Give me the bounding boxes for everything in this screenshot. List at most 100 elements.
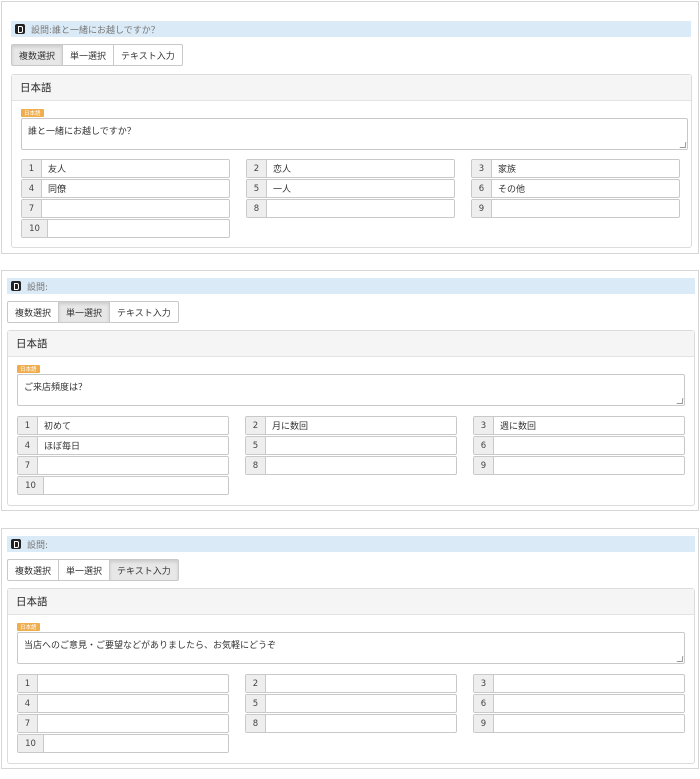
option-input[interactable] bbox=[38, 675, 228, 692]
option-input[interactable]: 週に数回 bbox=[494, 417, 684, 434]
question-header-bar: 設問: bbox=[7, 536, 695, 552]
question-icon bbox=[11, 539, 21, 549]
option-number: 9 bbox=[474, 457, 494, 474]
option-input[interactable]: 友人 bbox=[42, 160, 229, 177]
option-row: 10 bbox=[21, 219, 230, 238]
language-badge: 日本語 bbox=[17, 623, 40, 631]
tab-multiple-choice[interactable]: 複数選択 bbox=[7, 559, 60, 581]
option-number: 4 bbox=[18, 437, 38, 454]
option-input[interactable] bbox=[38, 715, 228, 732]
option-input[interactable]: その他 bbox=[492, 180, 679, 197]
option-input[interactable] bbox=[494, 695, 684, 712]
option-input[interactable]: 初めて bbox=[38, 417, 228, 434]
option-input[interactable] bbox=[266, 437, 456, 454]
option-input[interactable] bbox=[267, 200, 454, 217]
option-row: 9 bbox=[473, 714, 685, 733]
option-number: 5 bbox=[246, 437, 266, 454]
language-panel: 日本語 日本語 誰と一緒にお越しですか？ 1 友人 2 恋人 3 家族 4 同僚 5 一人 6 その他… bbox=[11, 74, 692, 248]
option-row: 6 bbox=[473, 694, 685, 713]
answer-type-tabs: 複数選択 単一選択 テキスト入力 bbox=[7, 301, 179, 323]
option-number: 3 bbox=[472, 160, 492, 177]
option-input[interactable] bbox=[266, 715, 456, 732]
option-row: 4 ほぼ毎日 bbox=[17, 436, 229, 455]
language-panel: 日本語 日本語 当店へのご意見・ご要望などがありましたら、お気軽にどうぞ 1 2 3… bbox=[7, 588, 695, 764]
panel-title: 日本語 bbox=[8, 331, 694, 357]
option-input[interactable] bbox=[494, 437, 684, 454]
tab-text-input[interactable]: テキスト入力 bbox=[109, 301, 179, 323]
option-row: 7 bbox=[17, 714, 229, 733]
option-input[interactable]: 一人 bbox=[267, 180, 454, 197]
option-row: 8 bbox=[245, 456, 457, 475]
option-input[interactable]: 恋人 bbox=[267, 160, 454, 177]
option-input[interactable] bbox=[494, 715, 684, 732]
question-header-text: 設問: bbox=[27, 540, 49, 551]
option-input[interactable]: 同僚 bbox=[42, 180, 229, 197]
option-input[interactable]: 家族 bbox=[492, 160, 679, 177]
option-number: 2 bbox=[246, 675, 266, 692]
option-row: 10 bbox=[17, 734, 229, 753]
option-row: 1 友人 bbox=[21, 159, 230, 178]
option-row: 5 bbox=[245, 436, 457, 455]
question-header-bar: 設問: bbox=[7, 278, 695, 294]
option-row: 6 その他 bbox=[471, 179, 680, 198]
option-number: 1 bbox=[18, 675, 38, 692]
option-input[interactable] bbox=[38, 695, 228, 712]
option-input[interactable] bbox=[492, 200, 679, 217]
option-input[interactable]: 月に数回 bbox=[266, 417, 456, 434]
option-number: 7 bbox=[18, 715, 38, 732]
tab-single-choice[interactable]: 単一選択 bbox=[58, 301, 111, 323]
option-input[interactable] bbox=[38, 457, 228, 474]
option-number: 2 bbox=[247, 160, 267, 177]
option-number: 10 bbox=[18, 477, 44, 494]
option-row: 8 bbox=[245, 714, 457, 733]
option-row: 3 bbox=[473, 674, 685, 693]
option-input[interactable] bbox=[494, 457, 684, 474]
option-input[interactable] bbox=[42, 200, 229, 217]
question-card-1: 設問:誰と一緒にお越しですか？ 複数選択 単一選択 テキスト入力 日本語 日本語… bbox=[1, 1, 699, 254]
option-number: 9 bbox=[474, 715, 494, 732]
option-input[interactable]: ほぼ毎日 bbox=[38, 437, 228, 454]
option-input[interactable] bbox=[266, 675, 456, 692]
option-number: 5 bbox=[246, 695, 266, 712]
option-input[interactable] bbox=[48, 220, 229, 237]
panel-title: 日本語 bbox=[12, 75, 691, 101]
option-input[interactable] bbox=[266, 457, 456, 474]
option-number: 9 bbox=[472, 200, 492, 217]
option-row: 4 bbox=[17, 694, 229, 713]
language-badge: 日本語 bbox=[21, 109, 44, 117]
question-header-text: 設問: bbox=[27, 282, 49, 293]
question-textarea[interactable]: ご来店頻度は？ bbox=[17, 374, 685, 406]
option-number: 8 bbox=[247, 200, 267, 217]
option-row: 9 bbox=[473, 456, 685, 475]
tab-single-choice[interactable]: 単一選択 bbox=[58, 559, 111, 581]
option-number: 10 bbox=[22, 220, 48, 237]
option-row: 3 週に数回 bbox=[473, 416, 685, 435]
option-row: 1 bbox=[17, 674, 229, 693]
tab-text-input[interactable]: テキスト入力 bbox=[113, 44, 183, 66]
option-input[interactable] bbox=[266, 695, 456, 712]
option-input[interactable] bbox=[44, 735, 228, 752]
option-input[interactable] bbox=[44, 477, 228, 494]
option-number: 10 bbox=[18, 735, 44, 752]
option-number: 4 bbox=[18, 695, 38, 712]
option-row: 3 家族 bbox=[471, 159, 680, 178]
answer-type-tabs: 複数選択 単一選択 テキスト入力 bbox=[7, 559, 179, 581]
question-textarea[interactable]: 誰と一緒にお越しですか？ bbox=[21, 118, 688, 150]
tab-multiple-choice[interactable]: 複数選択 bbox=[7, 301, 60, 323]
option-row: 8 bbox=[246, 199, 455, 218]
tab-multiple-choice[interactable]: 複数選択 bbox=[11, 44, 64, 66]
option-number: 3 bbox=[474, 675, 494, 692]
panel-title: 日本語 bbox=[8, 589, 694, 615]
option-row: 7 bbox=[21, 199, 230, 218]
tab-text-input[interactable]: テキスト入力 bbox=[109, 559, 179, 581]
question-header-text: 設問:誰と一緒にお越しですか？ bbox=[31, 25, 160, 36]
option-number: 6 bbox=[474, 437, 494, 454]
option-row: 9 bbox=[471, 199, 680, 218]
option-number: 2 bbox=[246, 417, 266, 434]
option-input[interactable] bbox=[494, 675, 684, 692]
option-row: 10 bbox=[17, 476, 229, 495]
tab-single-choice[interactable]: 単一選択 bbox=[62, 44, 115, 66]
option-number: 7 bbox=[22, 200, 42, 217]
option-row: 6 bbox=[473, 436, 685, 455]
question-textarea[interactable]: 当店へのご意見・ご要望などがありましたら、お気軽にどうぞ bbox=[17, 632, 685, 664]
